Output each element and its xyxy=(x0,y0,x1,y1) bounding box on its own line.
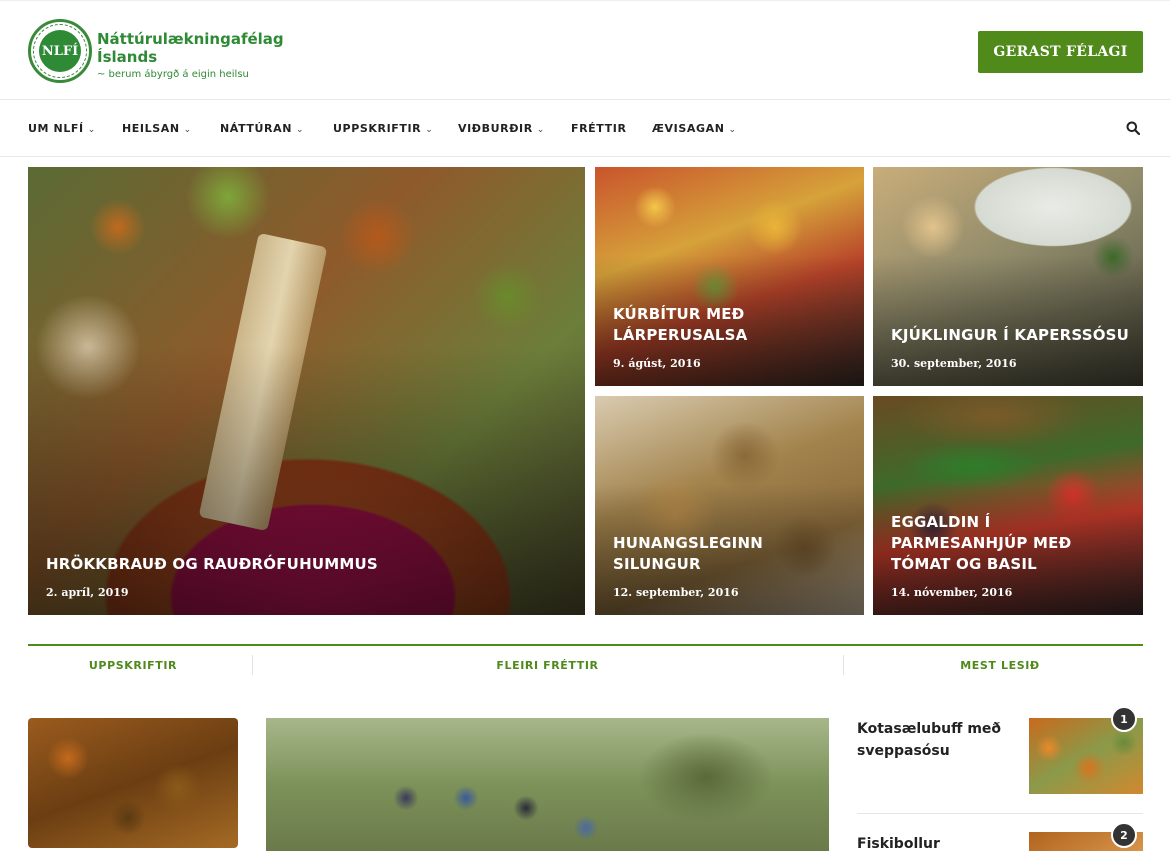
post-title-line: TÓMAT OG BASIL xyxy=(891,555,1037,573)
nav-label: NÁTTÚRAN xyxy=(220,122,293,135)
post-title-line: SILUNGUR xyxy=(613,555,701,573)
recipe-thumbnail[interactable] xyxy=(28,718,238,848)
nav-label: VIÐBURÐIR xyxy=(458,122,533,135)
post-title-line: EGGALDIN Í xyxy=(891,513,991,531)
nav-item-aevisagan[interactable]: ÆVISAGAN ⌄ xyxy=(652,122,737,135)
rank-badge: 2 xyxy=(1111,822,1137,848)
rank-badge: 1 xyxy=(1111,706,1137,732)
post-date: 30. september, 2016 xyxy=(891,357,1017,370)
post-title[interactable]: HUNANGSLEGINN SILUNGUR xyxy=(613,533,763,575)
nav-label: UM NLFÍ xyxy=(28,122,84,135)
most-read-title-1[interactable]: Kotasælubuff með sveppasósu xyxy=(857,718,1017,762)
most-read-title-line: Kotasælubuff með xyxy=(857,721,1002,737)
nav-label: HEILSAN xyxy=(122,122,180,135)
chevron-down-icon: ⌄ xyxy=(728,125,737,135)
nav-label: UPPSKRIFTIR xyxy=(333,122,422,135)
brand-name[interactable]: Náttúrulækningafélag Íslands xyxy=(97,30,284,66)
most-read-title-line: Fiskibollur xyxy=(857,836,940,851)
most-read-title-line: sveppasósu xyxy=(857,743,950,759)
main-nav: UM NLFÍ ⌄ HEILSAN ⌄ NÁTTÚRAN ⌄ UPPSKRIFTIR ⌄… xyxy=(0,101,1170,157)
nav-label: FRÉTTIR xyxy=(571,122,627,135)
post-title[interactable]: HRÖKKBRAUÐ OG RAUÐRÓFUHUMMUS xyxy=(46,554,378,575)
section-divider xyxy=(28,644,1143,646)
nav-label: ÆVISAGAN xyxy=(652,122,725,135)
tagline: ~ berum ábyrgð á eigin heilsu xyxy=(97,69,249,80)
featured-post-3[interactable]: KJÚKLINGUR Í KAPERSSÓSU 30. september, 2… xyxy=(873,167,1143,386)
nav-item-natturan[interactable]: NÁTTÚRAN ⌄ xyxy=(220,122,304,135)
post-title-line: KJÚKLINGUR Í KAPERSSÓSU xyxy=(891,326,1130,344)
nav-item-frettir[interactable]: FRÉTTIR xyxy=(571,122,627,135)
chevron-down-icon: ⌄ xyxy=(425,125,434,135)
nav-item-uppskriftir[interactable]: UPPSKRIFTIR ⌄ xyxy=(333,122,433,135)
chevron-down-icon: ⌄ xyxy=(183,125,192,135)
site-header: NLFÍ Náttúrulækningafélag Íslands ~ beru… xyxy=(0,0,1170,100)
logo[interactable]: NLFÍ xyxy=(28,19,92,83)
nav-item-um-nlfi[interactable]: UM NLFÍ ⌄ xyxy=(28,122,96,135)
section-heading-most-read: MEST LESIÐ xyxy=(960,659,1040,672)
nav-item-heilsan[interactable]: HEILSAN ⌄ xyxy=(122,122,192,135)
logo-mark: NLFÍ xyxy=(39,30,81,72)
list-divider xyxy=(857,813,1143,814)
featured-post-2[interactable]: KÚRBÍTUR MEÐ LÁRPERUSALSA 9. ágúst, 2016 xyxy=(595,167,864,386)
post-title-line: HUNANGSLEGINN xyxy=(613,534,763,552)
nav-item-vidburdir[interactable]: VIÐBURÐIR ⌄ xyxy=(458,122,545,135)
post-title-line: PARMESANHJÚP MEÐ xyxy=(891,534,1072,552)
featured-post-5[interactable]: EGGALDIN Í PARMESANHJÚP MEÐ TÓMAT OG BAS… xyxy=(873,396,1143,615)
chevron-down-icon: ⌄ xyxy=(87,125,96,135)
featured-post-4[interactable]: HUNANGSLEGINN SILUNGUR 12. september, 20… xyxy=(595,396,864,615)
section-heading-more-news[interactable]: FLEIRI FRÉTTIR xyxy=(266,659,829,672)
post-title-line: KÚRBÍTUR MEÐ xyxy=(613,305,745,323)
brand-line-2: Íslands xyxy=(97,48,158,66)
post-date: 14. nóvember, 2016 xyxy=(891,586,1013,599)
post-date: 2. apríl, 2019 xyxy=(46,586,129,599)
section-heading-recipes[interactable]: UPPSKRIFTIR xyxy=(28,659,238,672)
search-icon[interactable] xyxy=(1126,121,1140,135)
chevron-down-icon: ⌄ xyxy=(536,125,545,135)
section-separator xyxy=(252,655,253,675)
post-date: 12. september, 2016 xyxy=(613,586,739,599)
chevron-down-icon: ⌄ xyxy=(296,125,305,135)
section-separator xyxy=(843,655,844,675)
post-date: 9. ágúst, 2016 xyxy=(613,357,701,370)
join-button[interactable]: GERAST FÉLAGI xyxy=(978,31,1143,73)
post-title[interactable]: KJÚKLINGUR Í KAPERSSÓSU xyxy=(891,325,1129,346)
most-read-title-2[interactable]: Fiskibollur xyxy=(857,833,1017,851)
featured-post-main[interactable]: HRÖKKBRAUÐ OG RAUÐRÓFUHUMMUS 2. apríl, 2… xyxy=(28,167,585,615)
post-title[interactable]: EGGALDIN Í PARMESANHJÚP MEÐ TÓMAT OG BAS… xyxy=(891,512,1071,575)
brand-line-1: Náttúrulækningafélag xyxy=(97,30,284,48)
post-title[interactable]: KÚRBÍTUR MEÐ LÁRPERUSALSA xyxy=(613,304,747,346)
post-title-line: LÁRPERUSALSA xyxy=(613,326,748,344)
news-thumbnail[interactable] xyxy=(266,718,829,851)
